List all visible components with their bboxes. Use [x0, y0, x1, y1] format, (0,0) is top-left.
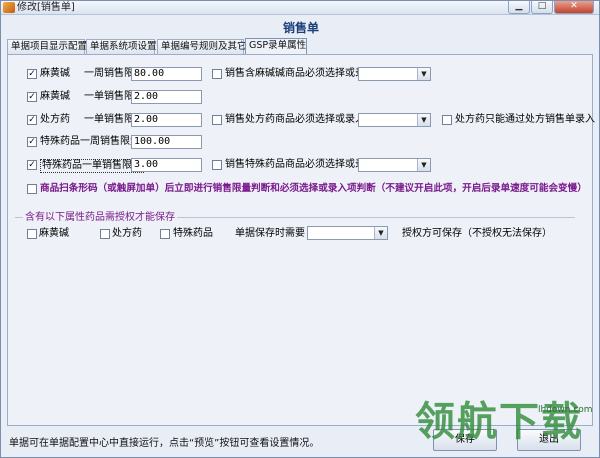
tab-system-settings[interactable]: 单据系统项设置 [86, 39, 157, 54]
watermark-logo: 领航下载 [415, 399, 583, 445]
prescription-required-select[interactable]: ▼ [358, 113, 431, 127]
auth-special-label: 特殊药品 [173, 228, 213, 239]
auth-group-title: 含有以下属性药品需授权才能保存 [23, 208, 177, 223]
row5-extra-label: 销售特殊药品商品必须选择或录入 [225, 159, 375, 170]
tab-gsp-properties[interactable]: GSP录单属性 [245, 38, 307, 55]
app-icon [3, 2, 15, 13]
special-week-checkbox[interactable]: ✓ [27, 137, 37, 147]
ephedrine-week-checkbox[interactable]: ✓ [27, 69, 37, 79]
auth-ephedrine-label: 麻黄碱 [39, 228, 69, 239]
window-title: 修改[销售单] [17, 2, 75, 13]
row1-label: 麻黄碱 [40, 68, 70, 79]
ephedrine-required-select[interactable]: ▼ [358, 67, 431, 81]
special-single-limit-input[interactable]: 3.00 [131, 158, 202, 172]
special-required-checkbox[interactable] [212, 160, 222, 170]
prescription-only-checkbox[interactable] [442, 115, 452, 125]
ephedrine-required-checkbox[interactable] [212, 69, 222, 79]
tab-display-config[interactable]: 单据项目显示配置 [7, 39, 87, 54]
row4-label: 特殊药品一周销售限量 [40, 136, 140, 147]
save-time-label: 单据保存时需要 [235, 228, 305, 239]
scan-option-label: 商品扫条形码（或触屏加单）后立即进行销售限量判断和必须选择或录入项判断（不建议开… [40, 183, 587, 194]
title-bar: 修改[销售单] ▁ □ ✕ [1, 1, 599, 15]
row2-label: 麻黄碱 [40, 91, 70, 102]
tab-numbering-rules[interactable]: 单据编号规则及其它 [157, 39, 247, 54]
row1-extra-label: 销售含麻碱碱商品必须选择或录入 [225, 68, 375, 79]
special-required-select[interactable]: ▼ [358, 158, 431, 172]
footer-note: 单据可在单据配置中心中直接运行，点击“预览”按钮可查看设置情况。 [9, 438, 320, 449]
close-icon[interactable]: ✕ [554, 1, 594, 14]
auth-special-checkbox[interactable] [160, 229, 170, 239]
watermark-url: lhdown.com [538, 405, 593, 415]
auth-note: 授权方可保存（不授权无法保存） [402, 228, 552, 239]
minimize-icon[interactable]: ▁ [508, 1, 530, 14]
chevron-down-icon: ▼ [417, 159, 430, 171]
ephedrine-single-checkbox[interactable]: ✓ [27, 92, 37, 102]
special-single-checkbox[interactable]: ✓ [27, 160, 37, 170]
prescription-required-checkbox[interactable] [212, 115, 222, 125]
chevron-down-icon: ▼ [417, 68, 430, 80]
prescription-limit-input[interactable]: 2.00 [131, 113, 202, 127]
auth-ephedrine-checkbox[interactable] [27, 229, 37, 239]
special-week-limit-input[interactable]: 100.00 [131, 135, 202, 149]
prescription-checkbox[interactable]: ✓ [27, 115, 37, 125]
auth-prescription-label: 处方药 [112, 228, 142, 239]
ephedrine-single-limit-input[interactable]: 2.00 [131, 90, 202, 104]
ephedrine-week-limit-input[interactable]: 80.00 [131, 67, 202, 81]
row3-label: 处方药 [40, 114, 70, 125]
maximize-icon[interactable]: □ [531, 1, 553, 14]
page-title: 销售单 [282, 21, 319, 35]
auth-prescription-checkbox[interactable] [100, 229, 110, 239]
dialog-window: 修改[销售单] ▁ □ ✕ 销售单 单据项目显示配置 单据系统项设置 单据编号规… [0, 0, 600, 458]
row5-label: 特殊药品一单销售限量 [40, 159, 144, 173]
auth-requirement-select[interactable]: ▼ [307, 226, 388, 240]
chevron-down-icon: ▼ [417, 114, 430, 126]
row3-extra2-label: 处方药只能通过处方销售单录入 [455, 114, 595, 125]
scan-check-checkbox[interactable] [27, 184, 37, 194]
chevron-down-icon: ▼ [374, 227, 387, 239]
row3-extra-label: 销售处方药商品必须选择或录入 [225, 114, 365, 125]
